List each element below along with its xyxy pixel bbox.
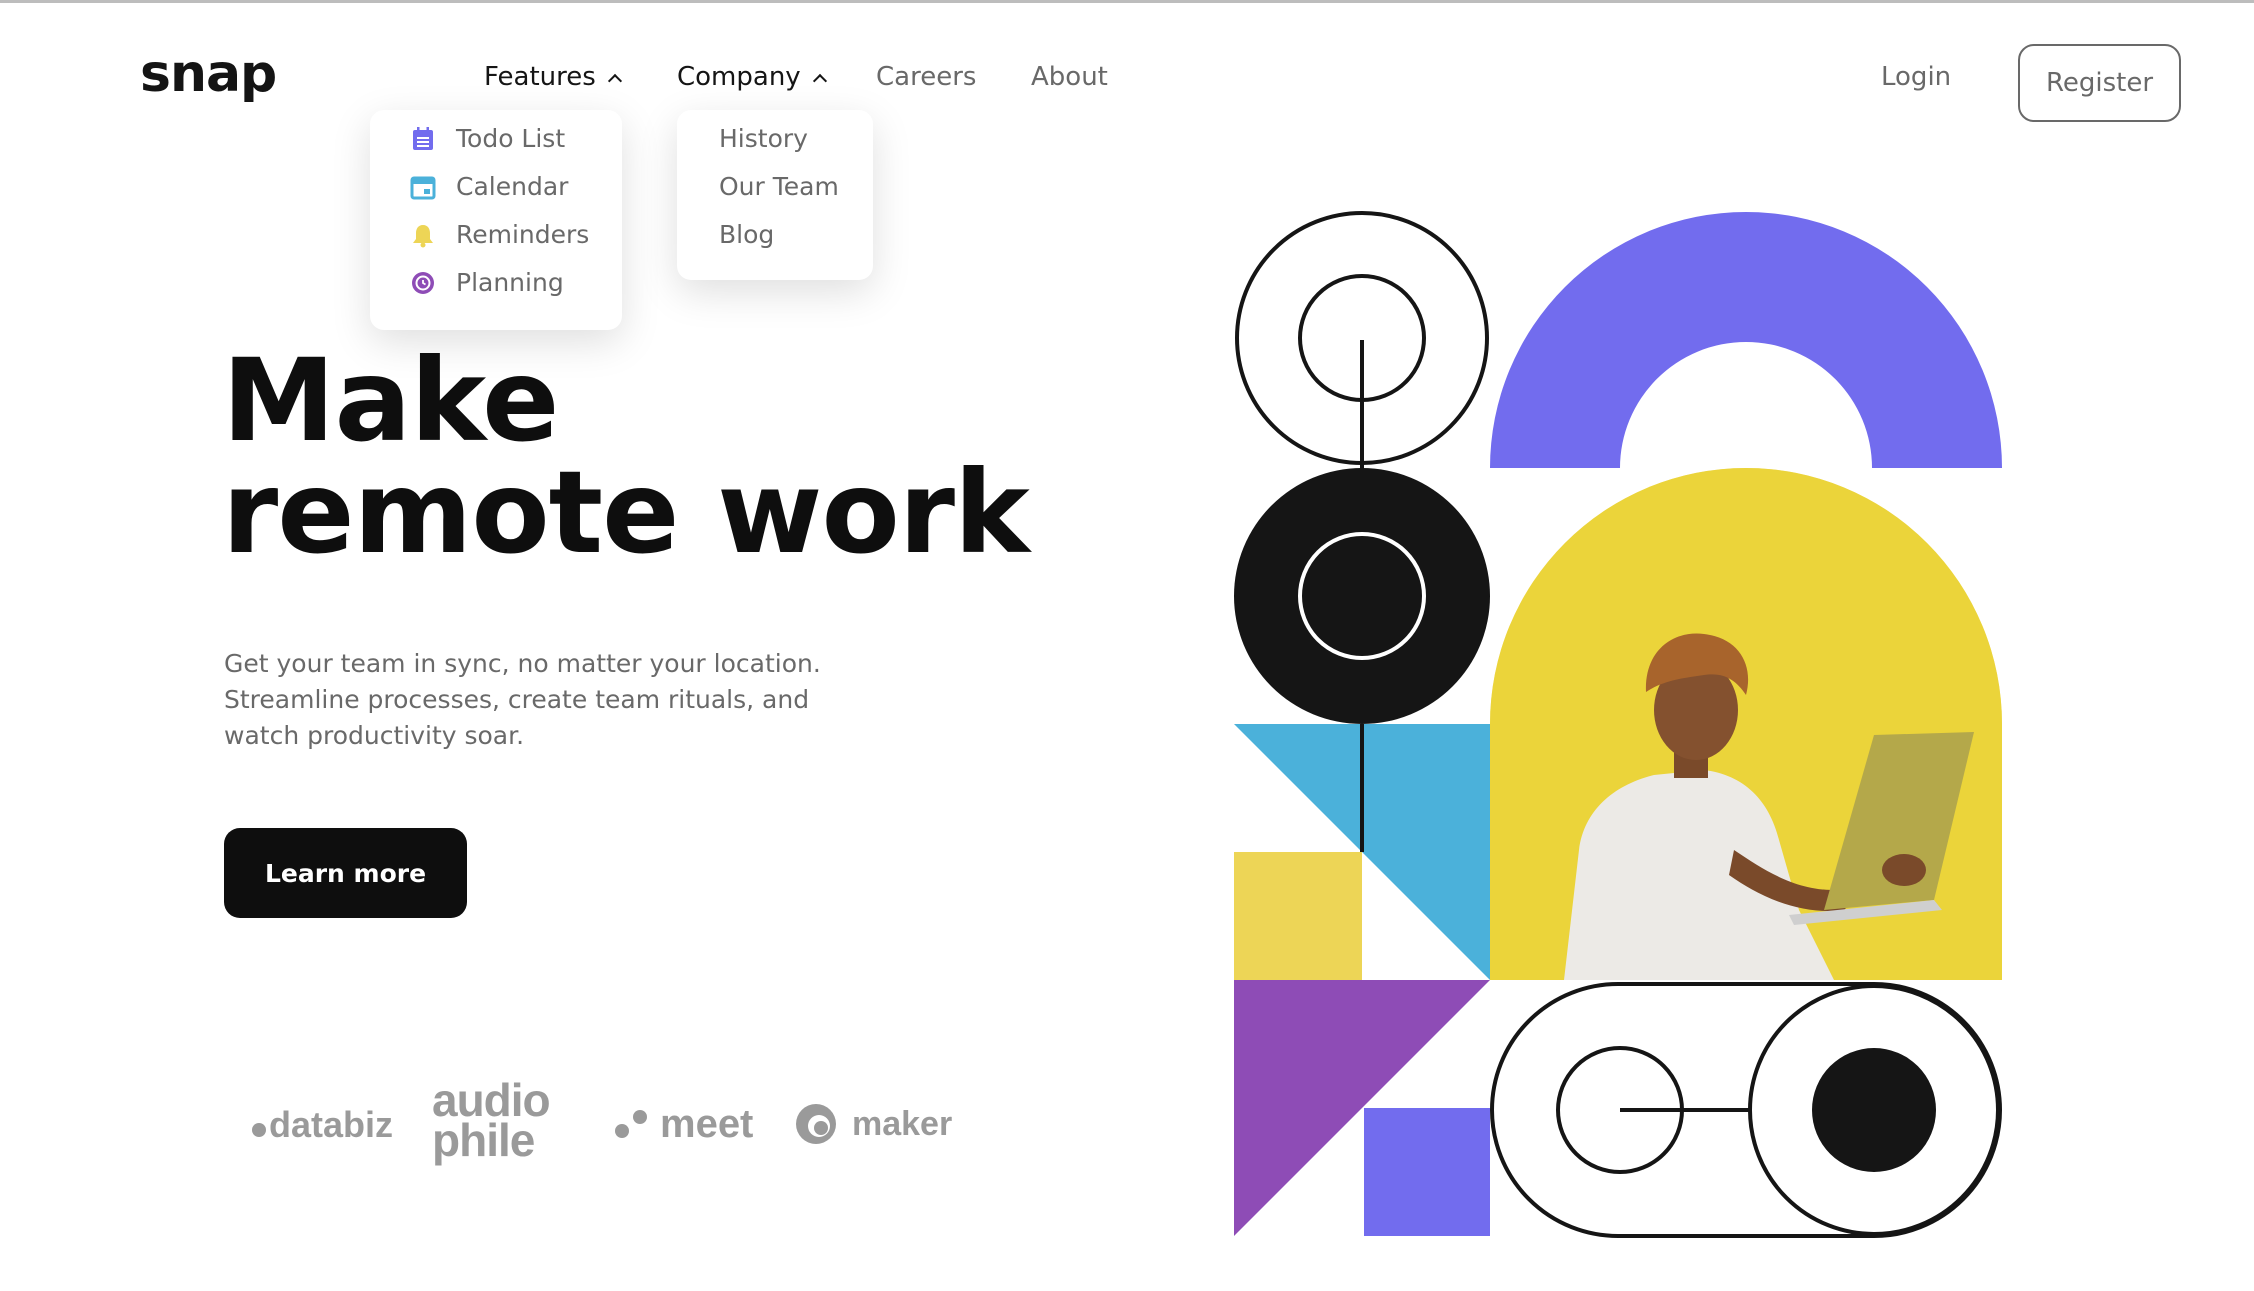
purple-square-shape [1364,1108,1490,1236]
hero-description-line: Get your team in sync, no matter your lo… [224,649,821,678]
features-item-calendar[interactable]: Calendar [410,172,568,201]
outline-circle-shape [1235,211,1489,470]
bell-icon [413,224,433,247]
login-link[interactable]: Login [1881,62,1951,92]
learn-more-button[interactable]: Learn more [224,828,467,918]
features-item-todo[interactable]: Todo List [410,124,565,153]
outline-pill-shape [1490,982,2002,1238]
clock-icon [412,271,434,294]
black-circle-shape [1234,468,1490,724]
company-dropdown: History Our Team Blog [677,110,873,280]
company-item-history[interactable]: History [719,124,808,153]
chevron-up-icon [812,73,827,89]
client-name: maker [852,1104,953,1143]
client-name: databiz [269,1104,394,1145]
maker-swirl-icon [796,1104,836,1144]
hero-description-line: watch productivity soar. [224,721,525,750]
blue-triangle-shape [1234,724,1362,852]
databiz-dot-icon [252,1123,266,1137]
features-item-label: Planning [456,268,564,297]
purple-arch-shape [1490,212,2002,468]
hero-description: Get your team in sync, no matter your lo… [224,646,864,754]
hero-photo [1490,468,2002,980]
client-name: phile [432,1114,535,1166]
features-dropdown: Todo List Calendar Reminders Planning [370,110,622,330]
hero-illustration [1234,211,2002,1238]
client-name: meet [660,1102,754,1146]
features-item-label: Todo List [456,124,566,153]
nav-about[interactable]: About [1031,62,1108,92]
features-item-label: Calendar [456,172,569,201]
meet-dots-icon [615,1109,647,1138]
hero-title-line: Make [222,334,559,467]
hero-title-line: remote work [222,446,1030,579]
features-item-reminders[interactable]: Reminders [410,220,589,249]
company-item-blog[interactable]: Blog [719,220,774,249]
top-border [0,0,2254,3]
company-item-our-team[interactable]: Our Team [719,172,839,201]
chevron-up-icon [607,73,622,89]
yellow-square-shape [1234,852,1362,980]
client-logo-meet: meet [614,1102,753,1147]
hero-title: Make remote work [222,334,1030,579]
nav-features[interactable]: Features [484,62,622,92]
client-logo-databiz: databiz [252,1104,393,1146]
snap-logo[interactable]: snap [140,44,277,104]
nav-features-label: Features [484,62,596,92]
nav-company[interactable]: Company [677,62,827,92]
blue-trapezoid-shape [1362,724,1490,980]
client-logo-audiophile: audio phile [432,1077,551,1166]
hero-description-line: Streamline processes, create team ritual… [224,685,810,714]
features-item-planning[interactable]: Planning [410,268,564,297]
register-button[interactable]: Register [2018,44,2181,122]
todo-list-icon [413,126,433,150]
nav-company-label: Company [677,62,801,92]
nav-careers[interactable]: Careers [876,62,976,92]
features-item-label: Reminders [456,220,590,249]
calendar-icon [410,176,436,199]
client-logo-maker: maker [794,1102,952,1146]
